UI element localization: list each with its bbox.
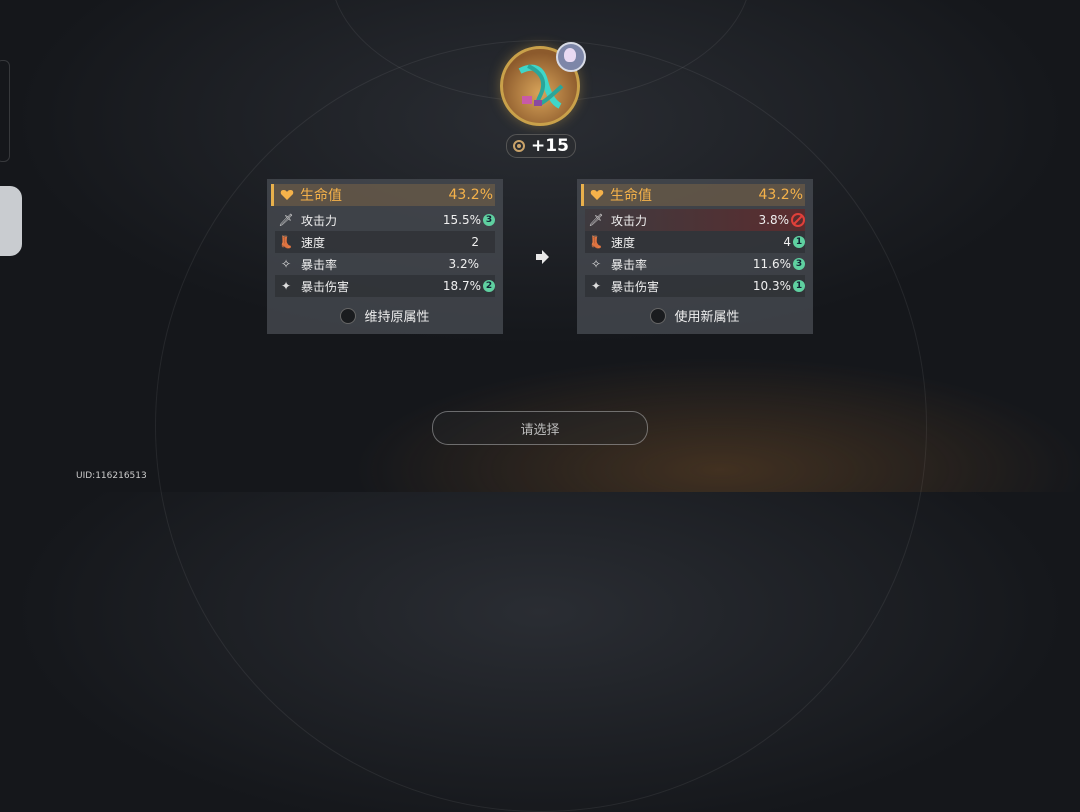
sub-stat-label: 攻击力 — [301, 213, 338, 228]
main-stat-value: 43.2% — [758, 187, 803, 203]
level-icon — [513, 140, 526, 152]
no-entry-icon — [791, 213, 805, 227]
main-stat-row: 生命值 43.2% — [581, 184, 805, 206]
sub-stat-row: 👢 速度 4 1 — [585, 231, 805, 253]
sub-stat-label: 暴击率 — [611, 257, 648, 272]
sub-stat-value: 15.5% — [442, 213, 481, 227]
upgrade-count-badge: 3 — [793, 258, 805, 270]
crit-rate-icon: ✧ — [590, 257, 602, 271]
main-stat-label: 生命值 — [300, 188, 342, 204]
main-stat-label: 生命值 — [610, 188, 652, 204]
sub-stat-row: 🗡 攻击力 3.8% — [585, 209, 805, 231]
main-stat-row: 生命值 43.2% — [271, 184, 495, 206]
sub-stat-value: 3.8% — [758, 213, 790, 227]
sub-stat-value: 4 — [783, 235, 791, 249]
uid-text: UID:116216513 — [76, 471, 147, 481]
radio-button[interactable] — [650, 307, 667, 324]
sub-stat-row: ✦ 暴击伤害 10.3% 1 — [585, 275, 805, 297]
confirm-button[interactable]: 请选择 — [432, 411, 648, 445]
sub-stat-label: 暴击伤害 — [611, 279, 660, 294]
upgrade-count-badge: 3 — [483, 214, 495, 226]
crit-rate-icon: ✧ — [280, 257, 292, 271]
sub-stat-row: 🗡 攻击力 15.5% 3 — [275, 209, 495, 231]
sub-stat-label: 暴击伤害 — [301, 279, 350, 294]
boot-icon: 👢 — [278, 235, 294, 249]
sub-stat-row: ✧ 暴击率 11.6% 3 — [585, 253, 805, 275]
sub-stat-value: 11.6% — [752, 257, 791, 271]
keep-original-option[interactable]: 维持原属性 — [267, 306, 503, 325]
upgrade-count-badge: 1 — [793, 236, 805, 248]
sub-stat-label: 速度 — [611, 235, 636, 250]
sub-stat-label: 暴击率 — [301, 257, 338, 272]
sub-stat-value: 10.3% — [752, 279, 791, 293]
heart-icon — [280, 190, 294, 200]
use-new-option[interactable]: 使用新属性 — [577, 306, 813, 325]
sub-stat-value: 3.2% — [448, 257, 480, 271]
sword-icon: 🗡 — [588, 213, 604, 227]
boot-icon: 👢 — [588, 235, 604, 249]
relic-level: +15 — [506, 134, 576, 158]
relic-icon[interactable] — [500, 42, 586, 126]
new-stats-panel[interactable]: 生命值 43.2% 🗡 攻击力 3.8% 👢 速度 4 1 ✧ 暴击率 11.6… — [577, 179, 813, 334]
sub-stat-value: 2 — [471, 235, 479, 249]
option-label: 维持原属性 — [364, 310, 430, 325]
crit-dmg-icon: ✦ — [280, 279, 292, 293]
character-avatar — [556, 42, 586, 72]
side-frame — [0, 60, 10, 162]
sword-icon: 🗡 — [278, 213, 294, 227]
sub-stat-value: 18.7% — [442, 279, 481, 293]
upgrade-count-badge: 1 — [793, 280, 805, 292]
upgrade-count-badge: 2 — [483, 280, 495, 292]
radio-button[interactable] — [340, 307, 357, 324]
current-stats-panel[interactable]: 生命值 43.2% 🗡 攻击力 15.5% 3 👢 速度 2 ✧ 暴击率 3.2… — [267, 179, 503, 334]
main-stat-value: 43.2% — [448, 187, 493, 203]
sub-stat-label: 攻击力 — [611, 213, 648, 228]
option-label: 使用新属性 — [674, 310, 740, 325]
heart-icon — [590, 190, 604, 200]
crit-dmg-icon: ✦ — [590, 279, 602, 293]
sub-stat-row: 👢 速度 2 — [275, 231, 495, 253]
sub-stat-row: ✦ 暴击伤害 18.7% 2 — [275, 275, 495, 297]
sub-stat-label: 速度 — [301, 235, 326, 250]
side-tab[interactable] — [0, 186, 22, 256]
sub-stat-row: ✧ 暴击率 3.2% — [275, 253, 495, 275]
level-text: +15 — [531, 136, 569, 156]
arrow-right-icon — [536, 250, 549, 264]
